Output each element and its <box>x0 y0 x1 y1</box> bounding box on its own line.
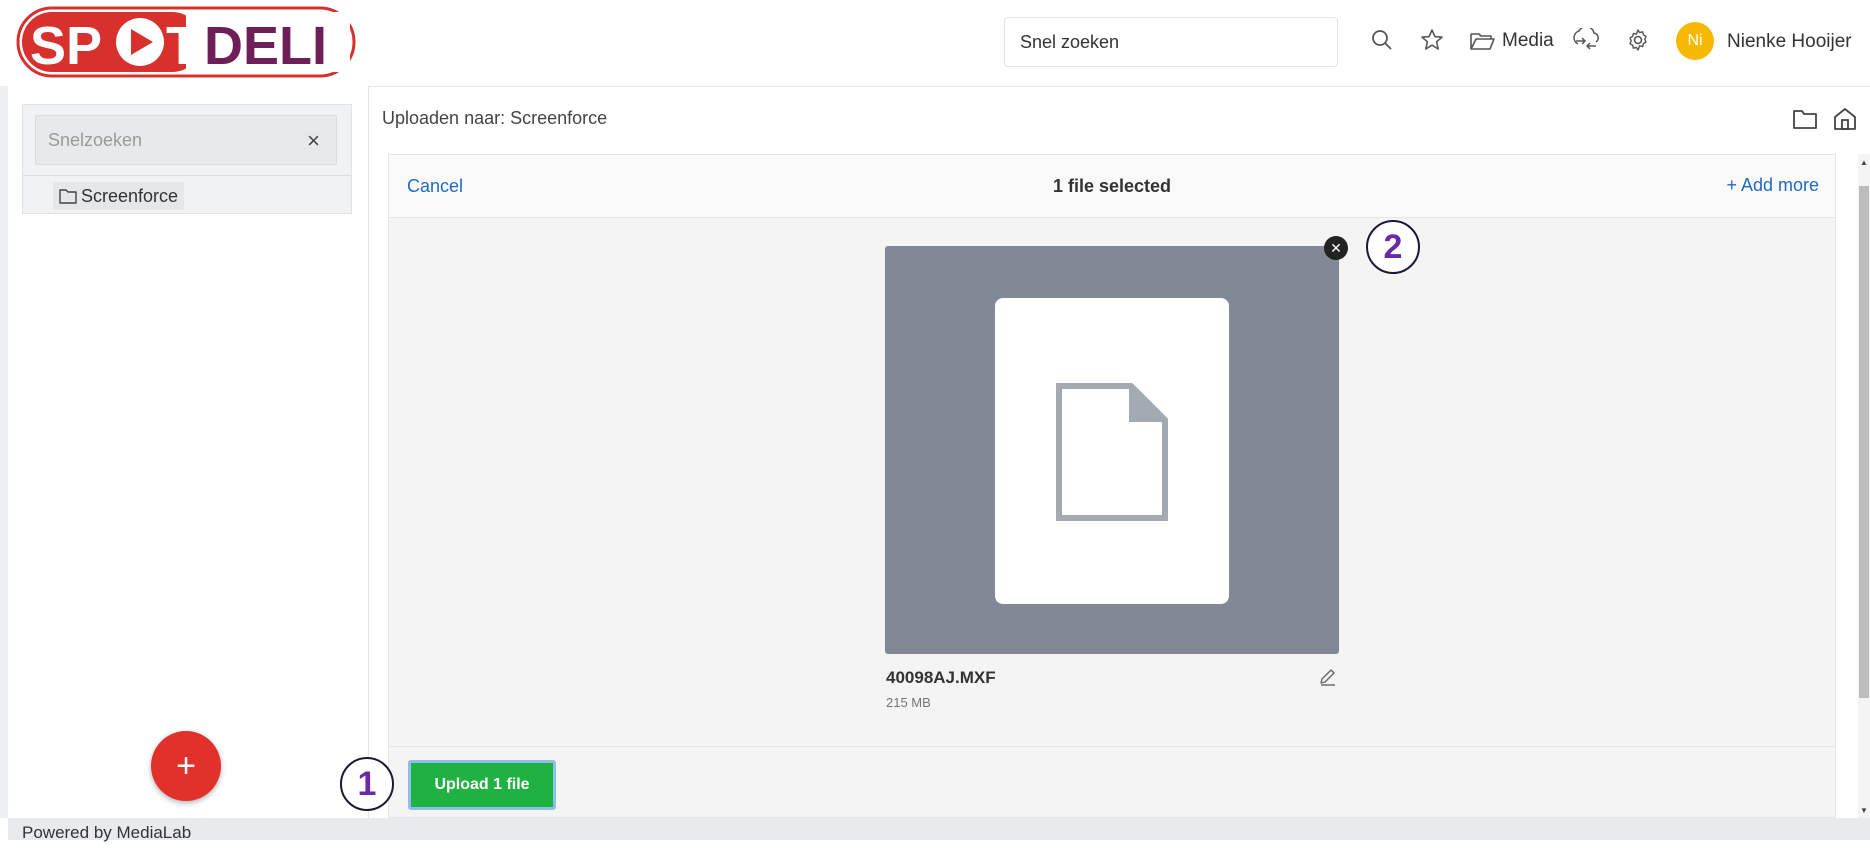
gear-icon[interactable] <box>1624 26 1652 54</box>
svg-text:T: T <box>166 16 199 76</box>
folder-tree-panel: Snelzoeken × Screenforce <box>22 104 352 214</box>
user-avatar[interactable]: Ni <box>1676 22 1714 60</box>
footer: Powered by MediaLab <box>8 818 1870 842</box>
dashboard-bottom-divider <box>388 746 1836 747</box>
footer-text: Powered by MediaLab <box>22 823 192 842</box>
file-name: 40098AJ.MXF <box>886 668 996 687</box>
tree-item-label: Screenforce <box>81 185 179 206</box>
transfer-icon[interactable] <box>1572 26 1600 54</box>
search-icon[interactable] <box>1368 26 1396 54</box>
remove-file-button[interactable]: ✕ <box>1324 236 1348 260</box>
top-header: SP T DELI Snel zoeken Media Ni Nienke Ho… <box>0 0 1870 87</box>
folder-icon <box>59 189 77 204</box>
folder-open-icon <box>1470 33 1495 50</box>
file-size: 215 MB <box>886 695 931 710</box>
svg-text:SP: SP <box>30 16 102 76</box>
file-preview-card <box>995 298 1229 604</box>
dashboard-topbar: Cancel 1 file selected + Add more <box>389 155 1835 218</box>
svg-text:DELI: DELI <box>204 16 327 76</box>
quick-search-value: Snel zoeken <box>1020 31 1120 52</box>
tree-divider <box>23 175 351 176</box>
sidebar-edge <box>0 86 8 818</box>
folder-icon[interactable] <box>1792 106 1818 132</box>
step-badge-2: 2 <box>1366 220 1420 274</box>
sidebar-search-placeholder: Snelzoeken <box>48 129 143 150</box>
sidebar-search-input[interactable]: Snelzoeken × <box>35 115 337 165</box>
spotdeli-logo[interactable]: SP T DELI <box>16 6 356 78</box>
user-initials: Ni <box>1687 32 1703 49</box>
add-fab-button[interactable]: + <box>151 731 221 801</box>
tree-item-screenforce[interactable]: Screenforce <box>53 182 185 210</box>
media-label: Media <box>1502 30 1554 51</box>
scroll-up-arrow-icon[interactable]: ▲ <box>1858 156 1870 168</box>
document-icon <box>1056 383 1168 521</box>
media-menu[interactable]: Media <box>1470 26 1554 56</box>
upload-button[interactable]: Upload 1 file <box>408 760 556 810</box>
file-preview[interactable] <box>885 246 1339 654</box>
quick-search-input[interactable]: Snel zoeken <box>1004 17 1338 67</box>
scroll-down-arrow-icon[interactable]: ▼ <box>1858 804 1870 816</box>
home-icon[interactable] <box>1832 106 1858 132</box>
edit-file-icon[interactable] <box>1318 666 1338 686</box>
scroll-thumb[interactable] <box>1859 186 1869 698</box>
add-more-button[interactable]: + Add more <box>1726 175 1819 196</box>
selection-status: 1 file selected <box>1052 176 1172 196</box>
scrollbar[interactable]: ▲ ▼ <box>1858 154 1870 818</box>
step-badge-1: 1 <box>340 757 394 811</box>
clear-search-icon[interactable]: × <box>307 128 320 154</box>
star-icon[interactable] <box>1418 26 1446 54</box>
user-name[interactable]: Nienke Hooijer <box>1727 31 1852 53</box>
sidebar: Snelzoeken × Screenforce + <box>8 86 369 818</box>
upload-destination: Uploaden naar: Screenforce <box>382 108 608 128</box>
